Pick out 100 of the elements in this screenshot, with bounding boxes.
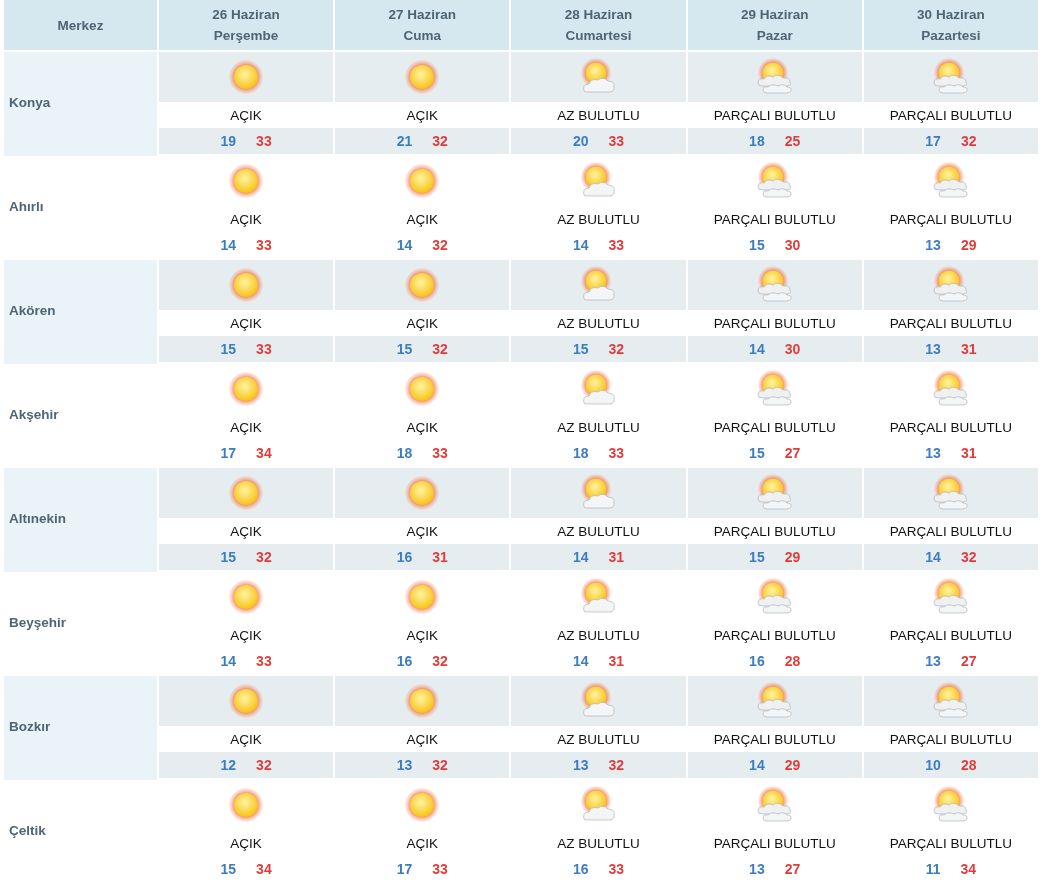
sun-behind-clouds-icon	[930, 473, 971, 513]
weather-condition: PARÇALI BULUTLU	[713, 419, 836, 435]
high-temperature: 34	[960, 861, 977, 877]
sun-behind-clouds-icon	[930, 785, 971, 825]
high-temperature: 32	[432, 341, 448, 357]
sun-behind-clouds-icon	[930, 577, 971, 617]
high-temperature: 32	[256, 757, 272, 773]
weather-condition: PARÇALI BULUTLU	[713, 731, 836, 747]
weather-condition: AZ BULUTLU	[557, 315, 640, 331]
weather-condition: AÇIK	[406, 523, 439, 539]
weather-condition: PARÇALI BULUTLU	[889, 107, 1012, 123]
weather-condition: AÇIK	[230, 315, 262, 331]
weather-condition: AZ BULUTLU	[557, 211, 640, 227]
city-name: Konya	[4, 52, 157, 156]
low-temperature: 15	[220, 861, 237, 877]
weather-condition: PARÇALI BULUTLU	[713, 523, 836, 539]
sun-behind-clouds-icon	[754, 577, 795, 617]
weather-condition: PARÇALI BULUTLU	[889, 315, 1012, 331]
high-temperature: 32	[256, 549, 272, 565]
weather-condition: PARÇALI BULUTLU	[713, 211, 836, 227]
low-temperature: 13	[925, 237, 941, 253]
high-temperature: 30	[784, 237, 801, 253]
low-temperature: 14	[925, 549, 941, 565]
low-temperature: 13	[925, 653, 941, 669]
low-temperature: 17	[925, 133, 941, 149]
high-temperature: 32	[960, 133, 977, 149]
city-name: Beyşehir	[8, 613, 68, 632]
high-temperature: 33	[256, 133, 272, 149]
weather-condition: AÇIK	[406, 731, 439, 747]
weather-condition: AZ BULUTLU	[557, 835, 640, 851]
weather-condition: AÇIK	[406, 419, 439, 435]
low-temperature: 11	[925, 861, 941, 877]
day-header: 28 Haziran Cumartesi	[511, 0, 686, 50]
sun-behind-clouds-icon	[754, 473, 795, 513]
high-temperature: 33	[432, 445, 448, 461]
low-temperature: 14	[396, 237, 413, 253]
low-temperature: 14	[220, 237, 237, 253]
low-temperature: 13	[396, 757, 413, 773]
low-temperature: 15	[572, 341, 589, 357]
low-temperature: 20	[572, 133, 589, 149]
city-name: Bozkır	[4, 676, 157, 780]
sun-behind-clouds-icon	[930, 57, 971, 97]
high-temperature: 31	[960, 445, 977, 461]
city-name: Akşehir	[8, 405, 60, 424]
weather-condition: PARÇALI BULUTLU	[889, 835, 1012, 851]
high-temperature: 33	[256, 237, 272, 253]
weather-condition: PARÇALI BULUTLU	[713, 107, 836, 123]
sun-behind-clouds-icon	[754, 681, 795, 721]
high-temperature: 27	[784, 861, 801, 877]
weather-condition: PARÇALI BULUTLU	[889, 419, 1012, 435]
low-temperature: 15	[220, 341, 237, 357]
low-temperature: 15	[749, 237, 765, 253]
city-name: Akören	[4, 260, 157, 364]
low-temperature: 18	[749, 133, 765, 149]
weather-condition: AZ BULUTLU	[557, 419, 640, 435]
low-temperature: 14	[572, 653, 589, 669]
weather-condition: AZ BULUTLU	[557, 107, 640, 123]
high-temperature: 33	[432, 861, 448, 877]
low-temperature: 15	[749, 549, 765, 565]
high-temperature: 32	[432, 757, 448, 773]
weather-condition: AÇIK	[406, 627, 439, 643]
city-name: Çeltik	[8, 821, 47, 840]
weather-condition: AÇIK	[230, 211, 262, 227]
high-temperature: 29	[960, 237, 977, 253]
weather-condition: AÇIK	[406, 835, 439, 851]
weather-condition: PARÇALI BULUTLU	[889, 731, 1012, 747]
sun-behind-clouds-icon	[930, 681, 971, 721]
high-temperature: 28	[784, 653, 801, 669]
column-header: Merkez	[4, 0, 157, 50]
day-header: 26 Haziran Perşembe	[159, 0, 334, 50]
high-temperature: 29	[784, 757, 801, 773]
sun-behind-clouds-icon	[754, 57, 795, 97]
sun-behind-clouds-icon	[930, 265, 971, 305]
high-temperature: 33	[256, 653, 272, 669]
high-temperature: 32	[432, 653, 448, 669]
weather-condition: AÇIK	[230, 107, 262, 123]
high-temperature: 29	[784, 549, 801, 565]
low-temperature: 13	[749, 861, 765, 877]
high-temperature: 32	[960, 549, 977, 565]
weather-condition: AÇIK	[230, 523, 262, 539]
weather-condition: AZ BULUTLU	[557, 523, 640, 539]
city-name: Ahırlı	[8, 197, 45, 216]
low-temperature: 17	[396, 861, 413, 877]
high-temperature: 32	[432, 237, 448, 253]
high-temperature: 33	[608, 133, 625, 149]
sun-behind-clouds-icon	[754, 161, 795, 201]
low-temperature: 14	[572, 549, 589, 565]
high-temperature: 25	[784, 133, 801, 149]
low-temperature: 16	[572, 861, 589, 877]
low-temperature: 10	[925, 757, 941, 773]
weather-condition: AÇIK	[230, 835, 262, 851]
low-temperature: 13	[925, 445, 941, 461]
high-temperature: 34	[256, 445, 272, 461]
high-temperature: 28	[960, 757, 977, 773]
weather-condition: AÇIK	[406, 211, 439, 227]
high-temperature: 30	[784, 341, 801, 357]
high-temperature: 33	[608, 445, 625, 461]
low-temperature: 14	[749, 757, 765, 773]
sun-behind-clouds-icon	[754, 265, 795, 305]
day-header: 30 Haziran Pazartesi	[863, 0, 1038, 50]
